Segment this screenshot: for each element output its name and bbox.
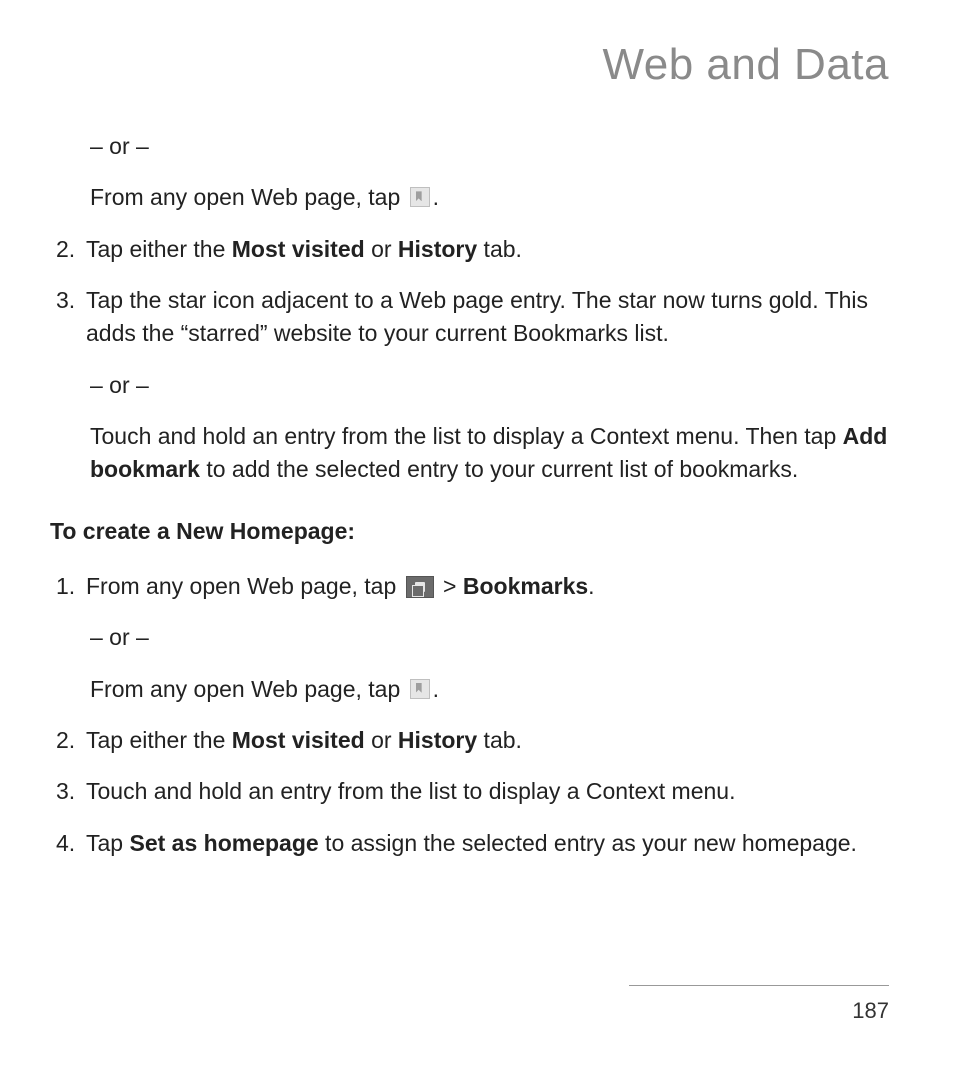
step-number: 1. xyxy=(50,570,86,603)
page-number: 187 xyxy=(629,998,889,1024)
bookmark-icon xyxy=(410,679,430,699)
instruction-line: From any open Web page, tap . xyxy=(90,673,889,706)
step-4: 4. Tap Set as homepage to assign the sel… xyxy=(50,827,889,860)
step-number: 3. xyxy=(50,775,86,808)
step-number: 3. xyxy=(50,284,86,351)
section-heading: To create a New Homepage: xyxy=(50,515,889,548)
step-number: 2. xyxy=(50,724,86,757)
footer-divider xyxy=(629,985,889,986)
bold-text: History xyxy=(398,236,477,262)
bold-text: Set as homepage xyxy=(129,830,318,856)
text: Tap either the xyxy=(86,236,232,262)
bold-text: Most visited xyxy=(232,727,365,753)
text: . xyxy=(433,676,439,702)
instruction-line: From any open Web page, tap . xyxy=(90,181,889,214)
or-divider: – or – xyxy=(90,130,889,163)
page-footer: 187 xyxy=(629,985,889,1024)
text: Tap xyxy=(86,830,129,856)
text: Tap the star icon adjacent to a Web page… xyxy=(86,284,889,351)
text: to add the selected entry to your curren… xyxy=(200,456,798,482)
text: tab. xyxy=(477,236,522,262)
bold-text: Bookmarks xyxy=(463,573,588,599)
page-title: Web and Data xyxy=(50,40,889,90)
step-number: 2. xyxy=(50,233,86,266)
text: Touch and hold an entry from the list to… xyxy=(86,775,889,808)
text: Touch and hold an entry from the list to… xyxy=(90,423,843,449)
step-number: 4. xyxy=(50,827,86,860)
text: or xyxy=(365,727,398,753)
bold-text: History xyxy=(398,727,477,753)
text: From any open Web page, tap xyxy=(90,184,407,210)
text: . xyxy=(433,184,439,210)
instruction-line: Touch and hold an entry from the list to… xyxy=(90,420,889,487)
menu-icon xyxy=(406,576,434,598)
text: tab. xyxy=(477,727,522,753)
step-2b: 2. Tap either the Most visited or Histor… xyxy=(50,724,889,757)
body-content: – or – From any open Web page, tap . 2. … xyxy=(50,130,889,860)
text: > xyxy=(437,573,463,599)
step-1: 1. From any open Web page, tap > Bookmar… xyxy=(50,570,889,603)
bookmark-icon xyxy=(410,187,430,207)
step-3: 3. Tap the star icon adjacent to a Web p… xyxy=(50,284,889,351)
or-divider: – or – xyxy=(90,621,889,654)
step-3b: 3. Touch and hold an entry from the list… xyxy=(50,775,889,808)
text: to assign the selected entry as your new… xyxy=(319,830,857,856)
or-divider: – or – xyxy=(90,369,889,402)
text: From any open Web page, tap xyxy=(90,676,407,702)
text: or xyxy=(365,236,398,262)
manual-page: Web and Data – or – From any open Web pa… xyxy=(0,0,954,1074)
step-2: 2. Tap either the Most visited or Histor… xyxy=(50,233,889,266)
text: . xyxy=(588,573,594,599)
text: Tap either the xyxy=(86,727,232,753)
bold-text: Most visited xyxy=(232,236,365,262)
text: From any open Web page, tap xyxy=(86,573,403,599)
